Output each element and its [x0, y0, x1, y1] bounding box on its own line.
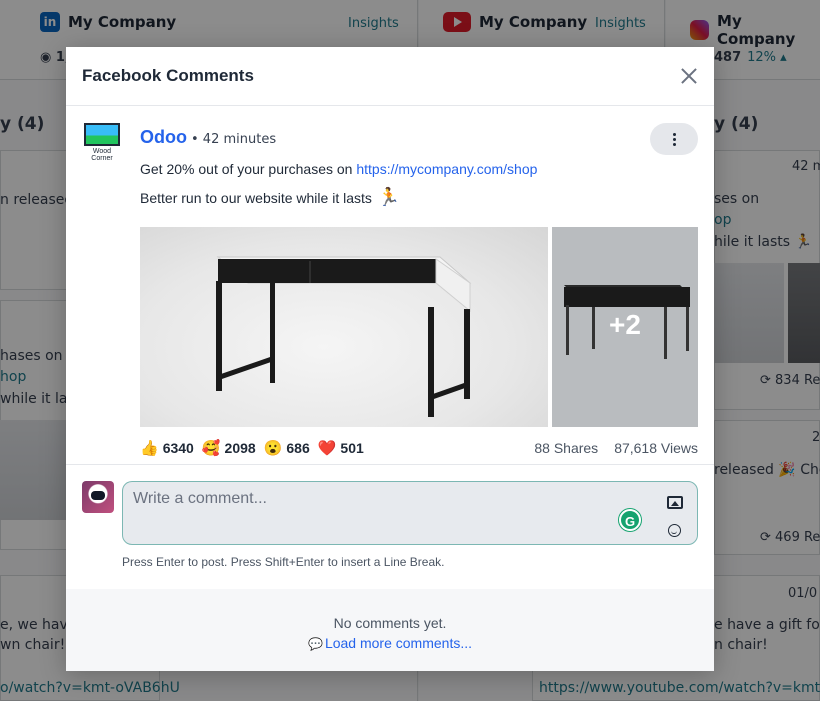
author-name[interactable]: Odoo: [140, 127, 187, 148]
divider: [66, 464, 714, 465]
wow-count: 686: [286, 440, 310, 456]
love-icon: ❤️: [317, 440, 337, 457]
add-image-icon[interactable]: [667, 496, 683, 509]
no-comments-text: No comments yet.: [333, 615, 447, 631]
post-image-desk[interactable]: [140, 227, 548, 427]
care-count: 2098: [224, 440, 256, 456]
comment-box[interactable]: G: [122, 481, 698, 545]
love-count: 501: [340, 440, 364, 456]
page-avatar-caption: Wood Corner: [91, 148, 113, 162]
emoji-icon[interactable]: [668, 524, 681, 537]
modal-title: Facebook Comments: [82, 66, 254, 85]
comment-hint: Press Enter to post. Press Shift+Enter t…: [122, 555, 445, 569]
post-stats: 88 Shares 87,618 Views: [534, 440, 698, 456]
post-text-line-2: Better run to our website while it lasts…: [140, 187, 401, 207]
desk-illustration: [216, 256, 472, 417]
post-time: • 42 minutes: [191, 132, 277, 147]
page-avatar[interactable]: Wood Corner: [82, 123, 122, 163]
more-images-thumbnail[interactable]: +2: [552, 227, 698, 427]
post-author: Odoo • 42 minutes: [140, 127, 276, 148]
post-text-line-1: Get 20% out of your purchases on https:/…: [140, 161, 538, 177]
comments-section: No comments yet. 💬 Load more comments...: [66, 589, 714, 671]
like-icon: 👍: [140, 440, 159, 457]
more-options-button[interactable]: [650, 123, 698, 155]
load-more-comments-link[interactable]: 💬 Load more comments...: [308, 635, 472, 651]
views-count: 87,618 Views: [614, 440, 698, 456]
user-avatar: [82, 481, 114, 513]
modal-header: Facebook Comments: [66, 47, 714, 106]
monitor-logo-icon: [84, 123, 120, 146]
kebab-menu-icon: [672, 132, 676, 147]
care-icon: 🥰: [201, 440, 221, 457]
shares-count: 88 Shares: [534, 440, 599, 456]
wow-icon: 😮: [263, 440, 283, 457]
shop-link[interactable]: https://mycompany.com/shop: [356, 161, 537, 177]
running-emoji: 🏃: [377, 187, 401, 207]
grammarly-icon[interactable]: G: [619, 509, 641, 531]
post-reactions[interactable]: 👍 6340 🥰 2098 😮 686 ❤️ 501: [140, 439, 368, 457]
close-button[interactable]: [678, 65, 700, 87]
comments-icon: 💬: [307, 637, 323, 651]
comment-input[interactable]: [133, 490, 633, 508]
like-count: 6340: [162, 440, 194, 456]
facebook-comments-modal: Facebook Comments Wood Corner Odoo • 42 …: [66, 47, 714, 671]
more-images-count: +2: [609, 309, 641, 340]
